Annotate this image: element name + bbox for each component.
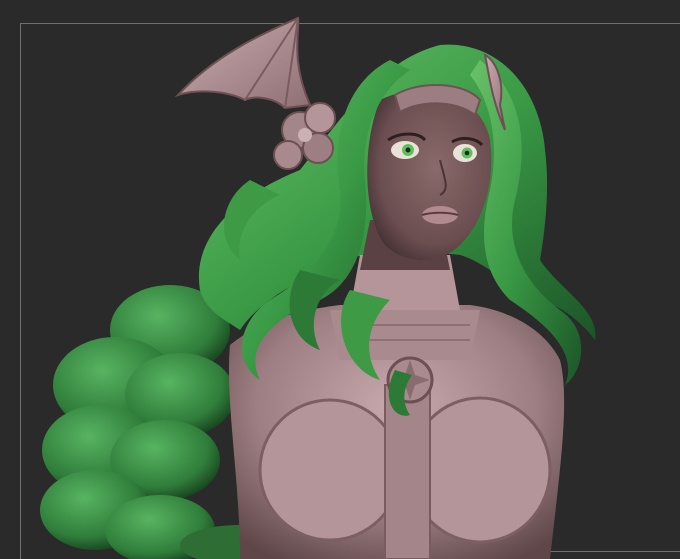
zbrush-viewport[interactable] [0, 0, 680, 559]
hair-flower [273, 102, 336, 170]
bat-wing-left [174, 16, 312, 110]
sculpt-model[interactable] [0, 0, 680, 559]
